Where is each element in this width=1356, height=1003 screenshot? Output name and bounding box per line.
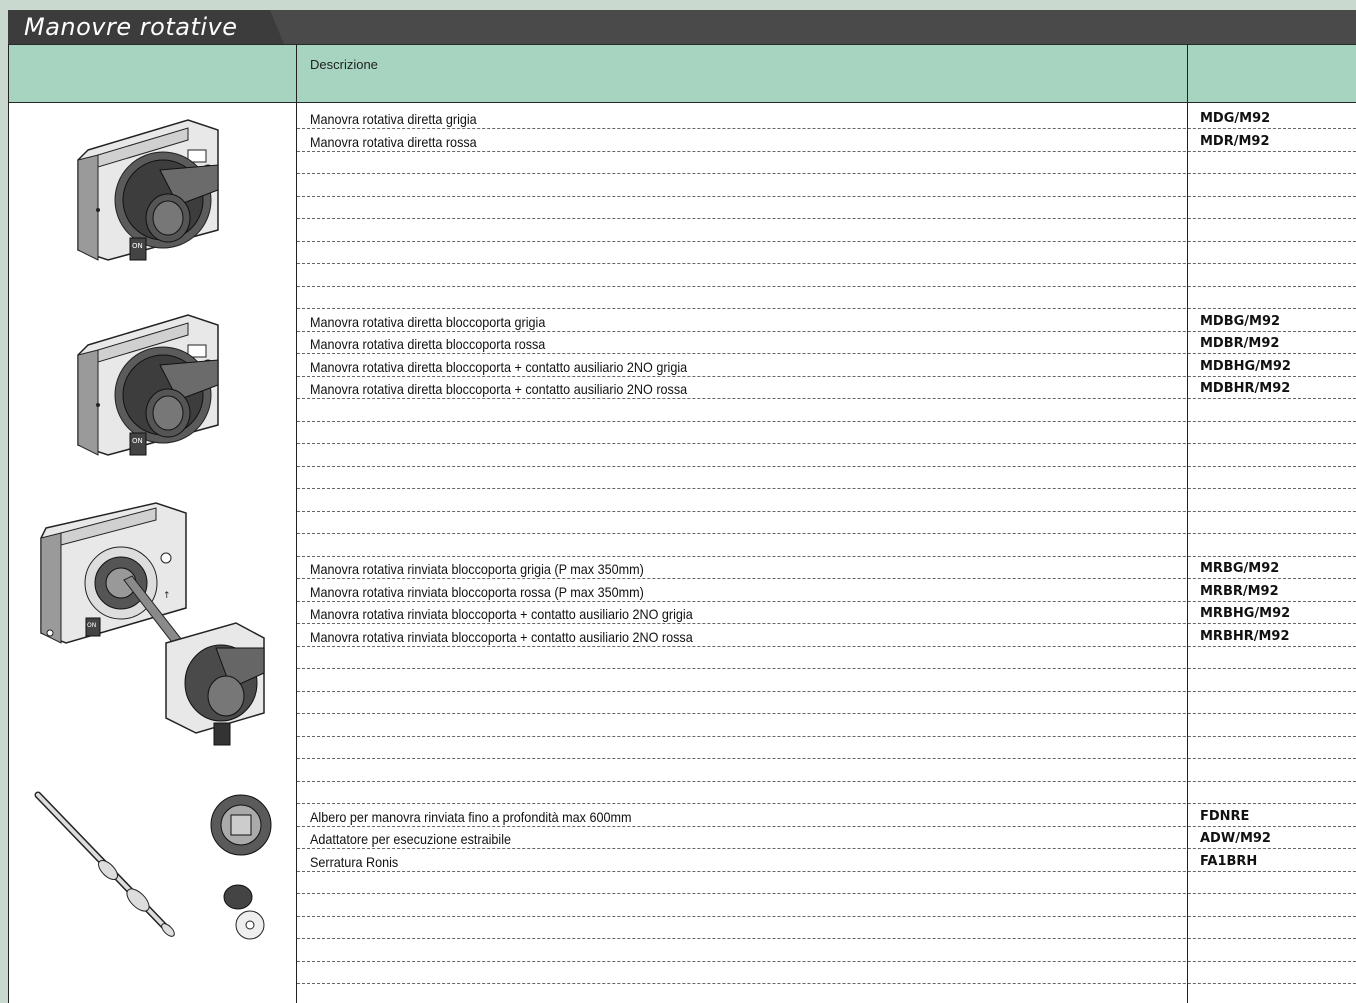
item-code: MDBR/M92 bbox=[1200, 336, 1280, 351]
item-description: Manovra rotativa rinviata bloccoporta gr… bbox=[310, 561, 644, 577]
page-title: Manovre rotative bbox=[24, 13, 238, 41]
extended-rotary-handle-illustration: ↑ ON bbox=[40, 502, 265, 746]
item-code: MRBG/M92 bbox=[1200, 561, 1280, 576]
table-row bbox=[297, 916, 1356, 939]
table-row: Manovra rotativa diretta grigia MDG/M92 bbox=[297, 106, 1356, 129]
table-row bbox=[297, 511, 1356, 534]
table-row bbox=[297, 961, 1356, 984]
item-description: Adattatore per esecuzione estraibile bbox=[310, 831, 512, 847]
item-code: MDBHG/M92 bbox=[1200, 358, 1291, 374]
table-row bbox=[297, 691, 1356, 714]
table-row bbox=[297, 646, 1356, 669]
item-description: Manovra rotativa rinviata bloccoporta ro… bbox=[310, 583, 644, 600]
table-row bbox=[297, 421, 1356, 444]
table-row: Manovra rotativa rinviata bloccoporta + … bbox=[297, 624, 1356, 647]
table-row bbox=[297, 219, 1356, 242]
catalog-page: Manovre rotative Descrizione Manovra rot… bbox=[8, 10, 1356, 1003]
item-code: FA1BRH bbox=[1200, 853, 1258, 869]
item-description: Albero per manovra rinviata fino a profo… bbox=[310, 808, 632, 825]
direct-rotary-handle-door-lock-illustration: ON bbox=[77, 314, 219, 456]
table-row bbox=[297, 444, 1356, 467]
item-code: MDG/M92 bbox=[1200, 111, 1271, 126]
table-row: Manovra rotativa diretta rossa MDR/M92 bbox=[297, 129, 1356, 152]
item-code: MRBHG/M92 bbox=[1200, 606, 1291, 621]
item-description: Serratura Ronis bbox=[310, 853, 399, 870]
table-row: Manovra rotativa diretta bloccoporta + c… bbox=[297, 376, 1356, 399]
table-row bbox=[297, 151, 1356, 174]
item-code: MRBR/M92 bbox=[1200, 583, 1279, 599]
left-border bbox=[8, 45, 9, 1003]
svg-text:↑: ↑ bbox=[163, 591, 171, 601]
table-row bbox=[297, 939, 1356, 962]
item-description: Manovra rotativa rinviata bloccoporta + … bbox=[310, 628, 693, 645]
table-row bbox=[297, 466, 1356, 489]
on-label: ON bbox=[132, 437, 143, 445]
table-row: Manovra rotativa rinviata bloccoporta gr… bbox=[297, 556, 1356, 579]
item-description: Manovra rotativa rinviata bloccoporta + … bbox=[310, 606, 693, 622]
table-row bbox=[297, 534, 1356, 557]
table-row: Manovra rotativa rinviata bloccoporta ro… bbox=[297, 579, 1356, 602]
table-row bbox=[297, 759, 1356, 782]
table-header: Descrizione bbox=[8, 45, 1356, 103]
table-row bbox=[297, 286, 1356, 309]
table-row bbox=[297, 894, 1356, 917]
table-row bbox=[297, 489, 1356, 512]
item-description: Manovra rotativa diretta bloccoporta + c… bbox=[310, 358, 688, 375]
item-description: Manovra rotativa diretta bloccoporta + c… bbox=[310, 381, 688, 397]
item-code: MDR/M92 bbox=[1200, 133, 1270, 149]
table-row: Manovra rotativa rinviata bloccoporta + … bbox=[297, 601, 1356, 624]
shaft-adapter-lock-illustration bbox=[34, 791, 272, 940]
on-label: ON bbox=[132, 242, 143, 250]
item-code: FDNRE bbox=[1200, 808, 1250, 824]
table-row bbox=[297, 871, 1356, 894]
item-description: Manovra rotativa diretta bloccoporta gri… bbox=[310, 313, 546, 330]
on-label: ON bbox=[87, 622, 96, 629]
table-row bbox=[297, 736, 1356, 759]
item-code: MDBHR/M92 bbox=[1200, 381, 1291, 396]
table-row bbox=[297, 264, 1356, 287]
title-bar: Manovre rotative bbox=[8, 10, 1356, 45]
item-code: ADW/M92 bbox=[1200, 831, 1271, 846]
table-row: Manovra rotativa diretta bloccoporta ros… bbox=[297, 331, 1356, 354]
item-code: MDBG/M92 bbox=[1200, 313, 1281, 329]
table-row bbox=[297, 399, 1356, 422]
table-row: Albero per manovra rinviata fino a profo… bbox=[297, 804, 1356, 827]
table-row bbox=[297, 669, 1356, 692]
item-description: Manovra rotativa diretta grigia bbox=[310, 111, 477, 127]
item-code: MRBHR/M92 bbox=[1200, 628, 1290, 644]
table-row bbox=[297, 714, 1356, 737]
item-description: Manovra rotativa diretta rossa bbox=[310, 133, 477, 150]
table-row bbox=[297, 984, 1356, 1003]
table-row: Adattatore per esecuzione estraibile ADW/… bbox=[297, 826, 1356, 849]
table-row bbox=[297, 781, 1356, 804]
table-row: Manovra rotativa diretta bloccoporta + c… bbox=[297, 354, 1356, 377]
table-row: Manovra rotativa diretta bloccoporta gri… bbox=[297, 309, 1356, 332]
table-row bbox=[297, 174, 1356, 197]
column-header-descrizione: Descrizione bbox=[310, 57, 378, 72]
table-row: Serratura Ronis FA1BRH bbox=[297, 849, 1356, 872]
direct-rotary-handle-illustration: ON bbox=[77, 119, 219, 261]
table-row bbox=[297, 196, 1356, 219]
table-row bbox=[297, 241, 1356, 264]
item-description: Manovra rotativa diretta bloccoporta ros… bbox=[310, 336, 546, 352]
